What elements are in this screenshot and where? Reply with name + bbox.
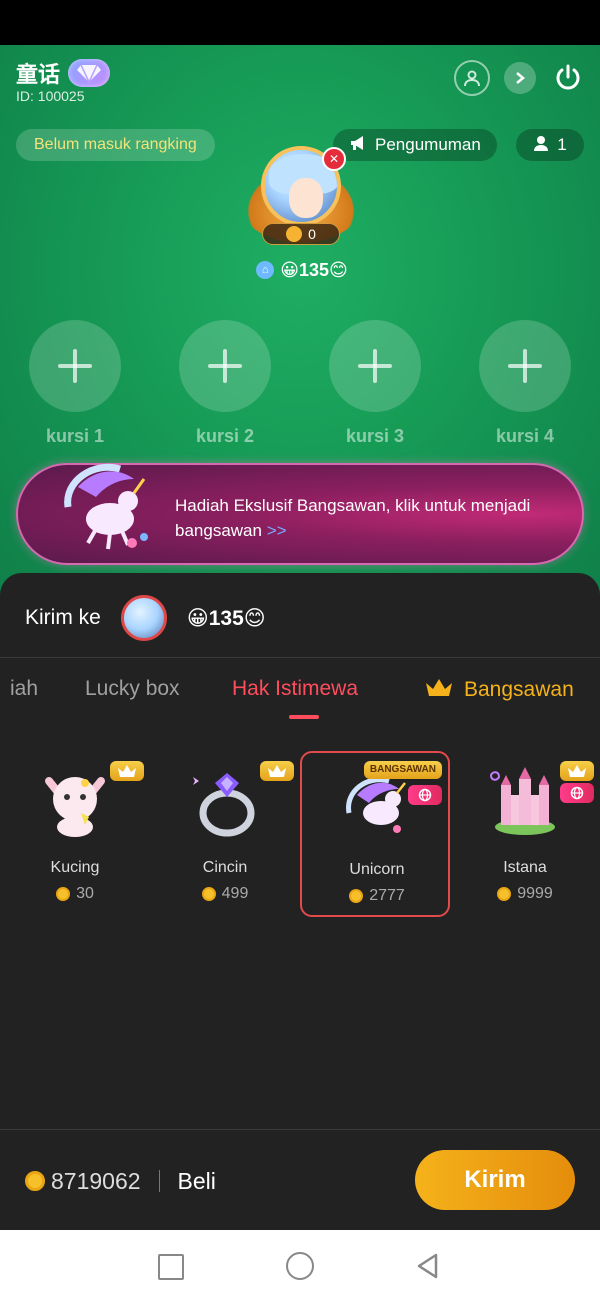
- coin-icon: [497, 887, 512, 901]
- seat-4[interactable]: kursi 4: [479, 320, 571, 447]
- buy-button[interactable]: Beli: [178, 1168, 216, 1195]
- audience-count: 1: [557, 135, 567, 154]
- plus-icon: [58, 349, 92, 383]
- gift-price-value: 499: [221, 885, 249, 902]
- audience-count-button[interactable]: 1: [516, 129, 584, 161]
- tab-partial[interactable]: iah: [10, 677, 38, 701]
- coin-icon: [25, 1171, 45, 1191]
- globe-icon: [408, 785, 442, 805]
- nav-recents-icon[interactable]: [158, 1254, 184, 1280]
- divider: [0, 1129, 600, 1130]
- gift-name: Istana: [503, 859, 547, 876]
- plus-icon: [508, 349, 542, 383]
- globe-icon: [560, 783, 594, 803]
- banner-link[interactable]: >>: [267, 521, 287, 540]
- separator: [158, 1170, 160, 1192]
- room-title: 童话: [16, 57, 111, 89]
- seat-label: kursi 1: [45, 426, 105, 446]
- cat-gift-image: [35, 761, 115, 841]
- system-nav-bar: [0, 1230, 600, 1300]
- plus-icon: [208, 349, 242, 383]
- home-icon: ⌂: [256, 261, 275, 279]
- gift-price-value: 2777: [369, 887, 405, 904]
- gift-name: Cincin: [202, 859, 248, 876]
- host-name-row: ⌂ 😀135😊: [242, 257, 362, 283]
- bangsawan-tag: BANGSAWAN: [363, 761, 442, 779]
- nav-home-icon[interactable]: [286, 1252, 314, 1280]
- active-tab-indicator: [289, 715, 319, 719]
- banner-message: Hadiah Ekslusif Bangsawan, klik untuk me…: [175, 496, 531, 540]
- seat-row: kursi 1 kursi 2 kursi 3 kursi 4: [0, 320, 600, 460]
- tab-hak-istimewa[interactable]: Hak Istimewa: [232, 677, 358, 701]
- crown-icon: [260, 761, 294, 781]
- send-to-label: Kirim ke: [25, 606, 101, 629]
- tab-bangsawan[interactable]: Bangsawan: [424, 677, 574, 703]
- host-level-badge: 0: [262, 223, 340, 245]
- balance-value: 8719062: [51, 1167, 141, 1194]
- host-name: 😀135😊: [280, 259, 348, 280]
- gift-price-value: 30: [76, 885, 94, 902]
- crown-icon: [424, 677, 454, 703]
- seat-label: kursi 3: [345, 426, 405, 446]
- tab-bangsawan-label: Bangsawan: [464, 678, 574, 701]
- gift-name: Unicorn: [349, 861, 405, 878]
- host-seat[interactable]: ✕ 0: [240, 143, 362, 253]
- gift-item-istana[interactable]: Istana 9999: [450, 751, 600, 917]
- coin-icon: [201, 887, 216, 901]
- gift-name: Kucing: [50, 859, 100, 876]
- gift-price: 499: [150, 885, 300, 903]
- banner-text: Hadiah Ekslusif Bangsawan, klik untuk me…: [175, 493, 535, 543]
- send-to-row: Kirim ke 😀135😊: [25, 595, 266, 641]
- plus-icon: [358, 349, 392, 383]
- seat-1[interactable]: kursi 1: [29, 320, 121, 447]
- gift-price-value: 9999: [517, 885, 553, 902]
- diamond-badge-icon: [68, 59, 111, 87]
- seat-label: kursi 2: [195, 426, 255, 446]
- nav-back-icon[interactable]: [414, 1252, 442, 1280]
- gift-item-kucing[interactable]: Kucing 30: [0, 751, 150, 917]
- coin-icon: [56, 887, 71, 901]
- crown-icon: [560, 761, 594, 781]
- gift-tabs: iah Lucky box Hak Istimewa Bangsawan: [0, 673, 600, 713]
- tab-lucky-box[interactable]: Lucky box: [85, 677, 180, 701]
- gift-price: 9999: [450, 885, 600, 903]
- castle-gift-image: [485, 761, 565, 841]
- recipient-name: 😀135😊: [186, 606, 266, 630]
- seat-2[interactable]: kursi 2: [179, 320, 271, 447]
- gift-price: 2777: [302, 887, 452, 905]
- noble-promo-banner[interactable]: Hadiah Ekslusif Bangsawan, klik untuk me…: [16, 463, 584, 565]
- room-name: 童话: [16, 62, 61, 87]
- unicorn-illustration: [48, 447, 168, 567]
- person-icon: [533, 135, 549, 156]
- host-badge-value: 0: [308, 226, 316, 242]
- coin-icon: [349, 889, 364, 903]
- profile-icon[interactable]: [454, 60, 490, 96]
- seat-label: kursi 4: [495, 426, 555, 446]
- send-gift-button[interactable]: Kirim: [415, 1150, 575, 1210]
- gift-item-unicorn[interactable]: BANGSAWAN Unicorn 2777: [300, 751, 450, 917]
- status-bar: [0, 0, 600, 45]
- mute-mic-icon: ✕: [322, 147, 346, 171]
- gift-item-cincin[interactable]: Cincin 499: [150, 751, 300, 917]
- sun-icon: [286, 226, 303, 242]
- gift-grid: Kucing 30 Cincin 499 BANGSAWAN Unicorn 2…: [0, 751, 600, 921]
- room-id: ID: 100025: [16, 88, 85, 104]
- announcement-label: Pengumuman: [375, 135, 481, 154]
- ring-gift-image: [185, 761, 265, 841]
- recipient-avatar[interactable]: [120, 595, 167, 641]
- power-icon[interactable]: [550, 60, 586, 96]
- crown-icon: [110, 761, 144, 781]
- divider: [0, 657, 600, 658]
- gift-price: 30: [0, 885, 150, 903]
- coin-balance: 8719062 Beli: [25, 1163, 216, 1199]
- arrow-right-icon[interactable]: [504, 62, 536, 94]
- rank-status-pill[interactable]: Belum masuk rangking: [16, 129, 215, 161]
- gift-sheet: Kirim ke 😀135😊 iah Lucky box Hak Istimew…: [0, 573, 600, 1230]
- seat-3[interactable]: kursi 3: [329, 320, 421, 447]
